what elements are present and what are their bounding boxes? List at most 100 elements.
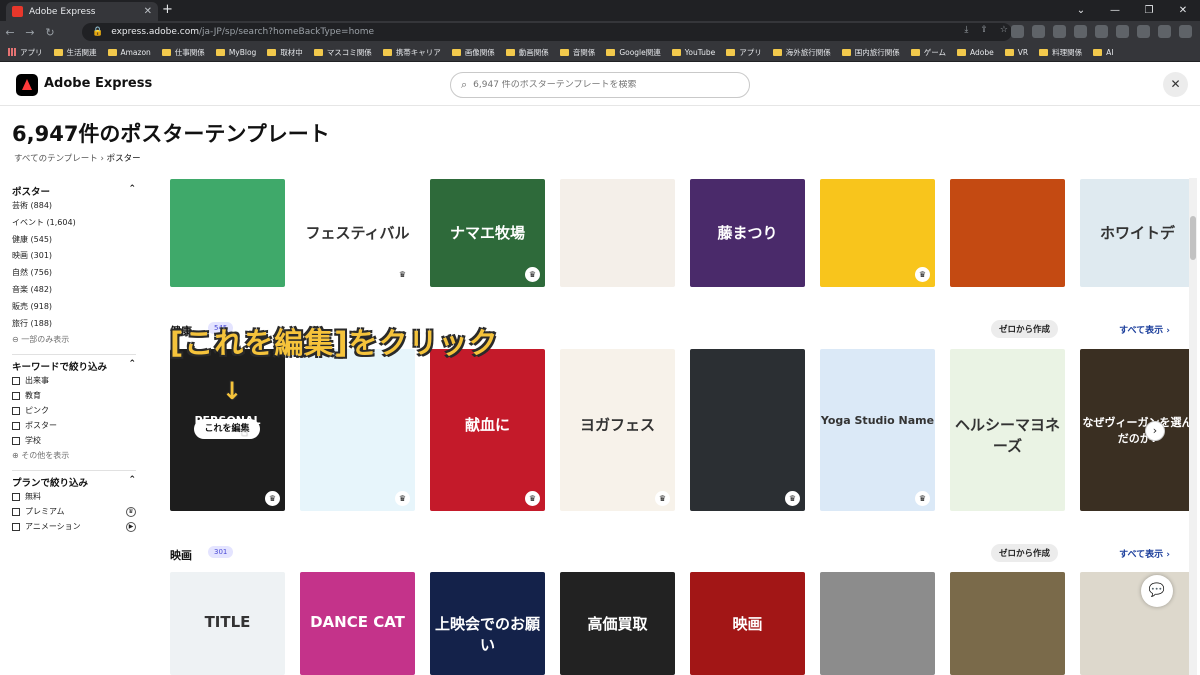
close-button[interactable]: ✕ [1163, 72, 1188, 97]
template-card[interactable] [820, 572, 935, 675]
chevron-up-icon[interactable]: ⌃ [128, 184, 136, 198]
template-card[interactable]: ホワイトデ [1080, 179, 1195, 287]
bookmark-item[interactable]: 画像関係 [451, 47, 495, 58]
template-card[interactable]: ヨガフェス ♛ [560, 349, 675, 511]
bookmark-item[interactable]: MyBlog [215, 48, 256, 57]
puzzle-icon[interactable] [1116, 25, 1129, 38]
template-card[interactable]: Yoga Studio Name ♛ [820, 349, 935, 511]
keyword-filter-heading[interactable]: キーワードで絞り込み ⌃ [12, 359, 136, 373]
filter-checkbox[interactable]: 学校 [12, 433, 136, 448]
filter-checkbox[interactable]: 無料 [12, 489, 136, 504]
show-more-link[interactable]: ⊕ その他を表示 [12, 448, 136, 464]
search-box[interactable]: ⌕ [450, 72, 750, 98]
share-icon[interactable]: ⇪ [980, 25, 988, 35]
filter-checkbox[interactable]: ピンク [12, 403, 136, 418]
star-icon[interactable]: ☆ [1000, 25, 1008, 35]
template-card[interactable]: ♛ [690, 349, 805, 511]
avatar[interactable] [1158, 25, 1171, 38]
filter-checkbox[interactable]: 教育 [12, 388, 136, 403]
bookmark-item[interactable]: 仕事関係 [161, 47, 205, 58]
bookmark-item[interactable]: ゲーム [910, 47, 946, 58]
breadcrumb-root[interactable]: すべてのテンプレート [14, 154, 98, 164]
template-card[interactable]: TITLE [170, 572, 285, 675]
bookmark-item[interactable]: 取材中 [267, 47, 303, 58]
plan-filter-heading[interactable]: プランで絞り込み ⌃ [12, 475, 136, 489]
bookmark-item[interactable]: 音関係 [559, 47, 595, 58]
template-card[interactable]: なぜヴィーガンを選んだのか? [1080, 349, 1195, 511]
tab-close-icon[interactable]: ✕ [144, 6, 152, 17]
bookmark-item[interactable]: 生活関連 [53, 47, 97, 58]
chevron-up-icon[interactable]: ⌃ [128, 475, 136, 489]
template-card[interactable] [560, 179, 675, 287]
bookmark-item[interactable]: Amazon [107, 48, 151, 57]
forward-icon[interactable]: → [20, 26, 40, 39]
template-card[interactable]: ナマエ牧場 ♛ [430, 179, 545, 287]
template-card[interactable]: DANCE CAT [300, 572, 415, 675]
bookmark-item[interactable]: アプリ [8, 47, 43, 58]
chevron-down-icon[interactable]: ⌄ [1064, 0, 1098, 21]
new-tab-icon[interactable]: + [162, 2, 173, 17]
bookmark-item[interactable]: 動画関係 [505, 47, 549, 58]
bookmark-item[interactable]: YouTube [671, 48, 715, 57]
bookmark-item[interactable]: 携帯キャリア [382, 47, 441, 58]
checkbox-icon[interactable] [12, 522, 20, 531]
category-link[interactable]: 販売 (918) [12, 299, 136, 316]
scrollbar[interactable] [1189, 178, 1197, 675]
bookmark-item[interactable]: 海外旅行関係 [772, 47, 831, 58]
carousel-next-button[interactable]: › [1145, 421, 1165, 441]
menu-icon[interactable] [1179, 25, 1192, 38]
template-card[interactable] [170, 179, 285, 287]
bookmark-item[interactable]: VR [1004, 48, 1028, 57]
filter-checkbox[interactable]: ポスター [12, 418, 136, 433]
filter-checkbox[interactable]: プレミアム ♛ [12, 504, 136, 519]
bookmark-item[interactable]: 料理関係 [1039, 47, 1082, 58]
brand-name[interactable]: Adobe Express [44, 76, 152, 91]
reload-icon[interactable]: ↻ [40, 26, 60, 39]
create-from-scratch-button[interactable]: ゼロから作成 [990, 544, 1058, 562]
poster-filter-heading[interactable]: ポスター ⌃ [12, 184, 136, 198]
extension-icon[interactable] [1032, 25, 1045, 38]
template-card[interactable]: ♛ [300, 349, 415, 511]
edit-this-button[interactable]: これを編集 [194, 419, 260, 439]
chat-icon[interactable]: 💬 [1141, 575, 1173, 607]
checkbox-icon[interactable] [12, 376, 20, 385]
template-card[interactable]: ♛ [820, 179, 935, 287]
template-card[interactable] [950, 179, 1065, 287]
extension-icon[interactable] [1011, 25, 1024, 38]
template-card[interactable]: 献血に ♛ [430, 349, 545, 511]
bookmark-item[interactable]: マスコミ関係 [313, 47, 372, 58]
filter-checkbox[interactable]: 出来事 [12, 373, 136, 388]
minimize-icon[interactable]: — [1098, 0, 1132, 21]
view-all-link[interactable]: すべて表示 › [1119, 323, 1170, 336]
template-card[interactable]: 映画 [690, 572, 805, 675]
maximize-icon[interactable]: ❐ [1132, 0, 1166, 21]
category-link[interactable]: イベント (1,604) [12, 215, 136, 232]
close-window-icon[interactable]: ✕ [1166, 0, 1200, 21]
template-card[interactable]: 上映会でのお願い [430, 572, 545, 675]
sidepanel-icon[interactable] [1137, 25, 1150, 38]
install-icon[interactable]: ⤓ [964, 25, 968, 35]
show-less-link[interactable]: ⊖ 一部のみ表示 [12, 332, 136, 348]
create-from-scratch-button[interactable]: ゼロから作成 [990, 320, 1058, 338]
checkbox-icon[interactable] [12, 507, 20, 516]
browser-tab[interactable]: Adobe Express ✕ [6, 2, 158, 21]
adobe-express-logo-icon[interactable] [16, 74, 38, 96]
checkbox-icon[interactable] [12, 436, 20, 445]
category-link[interactable]: 自然 (756) [12, 265, 136, 282]
template-card[interactable] [950, 572, 1065, 675]
checkbox-icon[interactable] [12, 391, 20, 400]
view-all-link[interactable]: すべて表示 › [1119, 547, 1170, 560]
filter-checkbox[interactable]: アニメーション ▶ [12, 519, 136, 534]
template-card[interactable]: フェスティバル ♛ [300, 179, 415, 287]
extension-icon[interactable] [1074, 25, 1087, 38]
category-link[interactable]: 健康 (545) [12, 232, 136, 249]
template-card[interactable]: 高価買取 [560, 572, 675, 675]
bookmark-item[interactable]: 国内旅行関係 [841, 47, 900, 58]
back-icon[interactable]: ← [0, 26, 20, 39]
bookmark-item[interactable]: Adobe [957, 48, 994, 57]
template-card[interactable]: 藤まつり [690, 179, 805, 287]
category-link[interactable]: 音楽 (482) [12, 282, 136, 299]
bookmark-item[interactable]: アプリ [726, 47, 762, 58]
bookmark-item[interactable]: Google関連 [606, 47, 661, 58]
chevron-up-icon[interactable]: ⌃ [128, 359, 136, 373]
